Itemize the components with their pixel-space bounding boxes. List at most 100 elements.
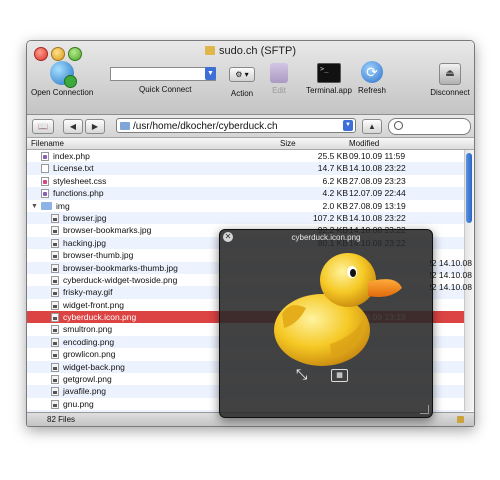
image-file-icon bbox=[51, 288, 59, 298]
quick-connect-label: Quick Connect bbox=[139, 85, 192, 94]
file-count: 82 Files bbox=[47, 415, 76, 424]
open-connection-button[interactable]: Open Connection bbox=[31, 61, 93, 97]
disconnect-button[interactable]: ⏏ Disconnect bbox=[429, 61, 471, 97]
open-connection-label: Open Connection bbox=[31, 88, 94, 97]
fullscreen-icon[interactable]: ⤡ bbox=[296, 366, 307, 383]
lock-icon bbox=[457, 416, 464, 423]
cyberduck-duck-image bbox=[274, 253, 402, 366]
file-name: browser-bookmarks-thumb.jpg bbox=[63, 262, 178, 273]
quick-connect-dropdown[interactable]: ▼ bbox=[205, 67, 216, 80]
file-name: License.txt bbox=[53, 163, 94, 174]
index-sheet-icon[interactable]: ▦ bbox=[331, 369, 348, 382]
css-file-icon bbox=[41, 176, 49, 186]
file-name: functions.php bbox=[53, 188, 104, 199]
file-row[interactable]: functions.php 4.2 KB 12.07.09 22:44 bbox=[27, 187, 464, 200]
file-modified-partial: 14.10.08 23:22 bbox=[430, 282, 472, 292]
file-row[interactable]: index.php 25.5 KB 09.10.09 11:59 bbox=[27, 150, 464, 162]
image-file-icon bbox=[51, 300, 59, 310]
action-label: Action bbox=[230, 89, 254, 98]
file-size: 25.5 KB bbox=[317, 151, 348, 161]
file-modified: 14.10.08 23:22 bbox=[349, 212, 406, 223]
back-button[interactable]: ◀ bbox=[63, 119, 83, 134]
file-name: browser-bookmarks.jpg bbox=[63, 225, 152, 236]
search-icon bbox=[394, 121, 403, 130]
file-name: cyberduck-widget-twoside.png bbox=[63, 274, 178, 285]
image-file-icon bbox=[51, 251, 59, 261]
file-size: 107.2 KB bbox=[313, 212, 348, 223]
image-file-icon bbox=[51, 362, 59, 372]
image-file-icon bbox=[51, 350, 59, 360]
file-name: smultron.png bbox=[63, 324, 113, 335]
column-header: Filename Size Modified bbox=[27, 138, 474, 150]
filename-column-header[interactable]: Filename bbox=[31, 138, 64, 149]
php-file-icon bbox=[41, 189, 49, 199]
globe-icon bbox=[50, 61, 77, 88]
action-button[interactable]: ⚙ ▾ Action bbox=[225, 61, 259, 98]
file-name: javafile.png bbox=[63, 386, 107, 397]
vertical-scrollbar[interactable] bbox=[464, 150, 474, 411]
file-name: widget-front.png bbox=[63, 299, 124, 310]
text-file-icon bbox=[41, 164, 49, 174]
refresh-icon: ⟳ bbox=[361, 61, 383, 83]
bookmarks-toggle-button[interactable]: 📖 bbox=[32, 119, 54, 134]
file-name: hacking.jpg bbox=[63, 237, 107, 248]
file-name: stylesheet.css bbox=[53, 175, 107, 186]
file-name: cyberduck.icon.png bbox=[63, 312, 137, 323]
image-file-icon bbox=[51, 337, 59, 347]
file-name: getgrowl.png bbox=[63, 374, 112, 385]
path-bar: 📖 ◀ ▶ /usr/home/dkocher/cyberduck.ch ▼ ▲ bbox=[27, 115, 474, 138]
refresh-button[interactable]: ⟳ Refresh bbox=[357, 61, 387, 95]
titlebar: sudo.ch (SFTP) Open Connection ▼ Quick C… bbox=[27, 41, 474, 115]
disconnect-label: Disconnect bbox=[430, 88, 470, 97]
image-file-icon bbox=[51, 313, 59, 323]
image-file-icon bbox=[51, 325, 59, 335]
file-row[interactable]: stylesheet.css 6.2 KB 27.08.09 23:23 bbox=[27, 175, 464, 187]
file-modified: 14.10.08 23:22 bbox=[349, 163, 406, 174]
terminal-label: Terminal.app bbox=[306, 86, 352, 95]
folder-icon bbox=[204, 46, 215, 55]
file-modified: 27.08.09 23:23 bbox=[349, 175, 406, 186]
quick-look-panel: ✕ cyberduck.icon.png ⤡ ▦ bbox=[219, 229, 433, 418]
file-size: 2.0 KB bbox=[322, 200, 348, 211]
file-modified: 09.10.09 11:59 bbox=[349, 151, 406, 161]
php-file-icon bbox=[41, 152, 49, 161]
image-file-icon bbox=[51, 399, 59, 409]
file-modified-partial: 14.10.08 23:22 bbox=[430, 270, 472, 280]
file-row[interactable]: License.txt 14.7 KB 14.10.08 23:22 bbox=[27, 162, 464, 175]
file-size: 4.2 KB bbox=[322, 188, 348, 199]
parent-directory-button[interactable]: ▲ bbox=[362, 119, 382, 134]
size-column-header[interactable]: Size bbox=[280, 138, 296, 149]
edit-icon bbox=[270, 63, 288, 83]
folder-icon bbox=[41, 201, 52, 210]
terminal-icon: >_ bbox=[317, 63, 341, 83]
search-input[interactable] bbox=[388, 118, 471, 135]
file-name: encoding.png bbox=[63, 336, 115, 347]
quick-look-title: cyberduck.icon.png bbox=[291, 233, 361, 242]
file-row[interactable]: browser.jpg 107.2 KB 14.10.08 23:22 bbox=[27, 211, 464, 225]
eject-icon: ⏏ bbox=[439, 63, 461, 85]
image-file-icon bbox=[51, 375, 59, 385]
file-name: growlicon.png bbox=[63, 349, 116, 360]
quick-connect-input[interactable] bbox=[110, 67, 216, 81]
file-name: frisky-may.gif bbox=[63, 287, 113, 298]
modified-column-header[interactable]: Modified bbox=[349, 138, 379, 149]
file-row[interactable]: ▼ img 2.0 KB 27.08.09 13:19 bbox=[27, 200, 464, 212]
image-file-icon bbox=[51, 263, 59, 273]
file-modified: 12.07.09 22:44 bbox=[349, 188, 406, 199]
file-modified: 27.08.09 13:19 bbox=[349, 200, 406, 211]
path-value: /usr/home/dkocher/cyberduck.ch bbox=[133, 121, 278, 132]
edit-button[interactable]: Edit bbox=[268, 61, 290, 95]
scrollbar-thumb[interactable] bbox=[466, 153, 472, 223]
gear-icon: ⚙ ▾ bbox=[229, 67, 255, 82]
image-file-icon bbox=[51, 275, 59, 285]
file-name: browser-thumb.jpg bbox=[63, 250, 134, 261]
file-size: 14.7 KB bbox=[317, 163, 348, 174]
terminal-button[interactable]: >_ Terminal.app bbox=[303, 61, 355, 95]
forward-button[interactable]: ▶ bbox=[85, 119, 105, 134]
image-file-icon bbox=[51, 226, 59, 236]
folder-icon bbox=[120, 122, 130, 130]
resize-handle[interactable] bbox=[420, 405, 429, 414]
path-select[interactable]: /usr/home/dkocher/cyberduck.ch ▼ bbox=[116, 118, 356, 133]
file-name: img bbox=[56, 200, 70, 211]
file-modified-partial: 14.10.08 23:22 bbox=[430, 258, 472, 268]
